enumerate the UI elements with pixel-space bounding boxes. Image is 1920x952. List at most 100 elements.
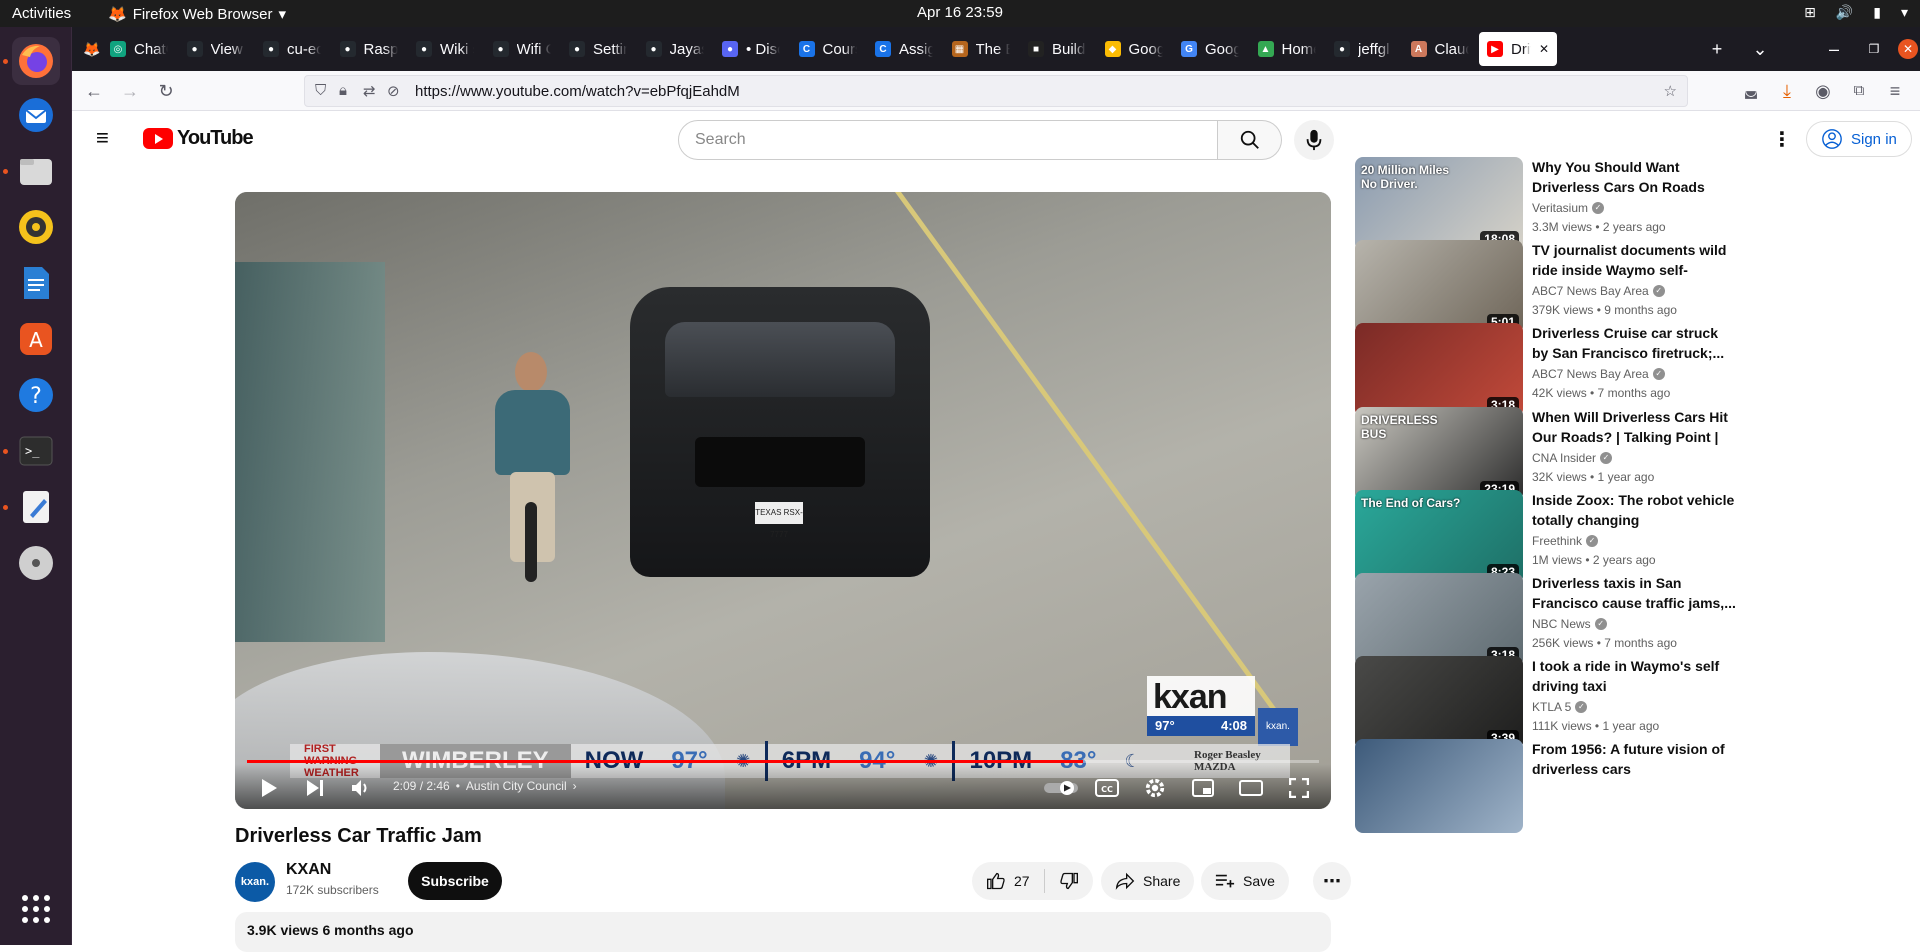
voice-search-button[interactable] [1294, 120, 1334, 160]
recommendation-item[interactable]: 20 Million Miles No Driver. 18:08 Why You … [1355, 157, 1735, 251]
pocket-icon[interactable]: ◛ [1739, 79, 1763, 103]
fullscreen-button[interactable] [1285, 774, 1313, 802]
show-apps-icon[interactable] [12, 885, 60, 933]
tab-18[interactable]: ▶ Driv ✕ [1479, 32, 1557, 66]
save-button[interactable]: Save [1201, 862, 1289, 900]
text-editor-dock-icon[interactable] [12, 483, 60, 531]
channel-name[interactable]: KXAN [286, 861, 331, 879]
search-input[interactable] [678, 120, 1218, 160]
search-button[interactable] [1218, 120, 1282, 160]
tab-2[interactable]: ● cu-ec [255, 32, 329, 66]
captions-button[interactable]: CC [1093, 774, 1121, 802]
writer-dock-icon[interactable] [12, 259, 60, 307]
youtube-logo[interactable]: YouTube [143, 127, 254, 150]
recommendation-channel[interactable]: Veritasium ✓ [1532, 201, 1605, 215]
url-bar[interactable]: ⛉ 🔒︎ ⇄ ⊘ https://www.youtube.com/watch?v… [304, 75, 1688, 107]
tab-0[interactable]: ◎ ChatG [102, 32, 176, 66]
downloads-icon[interactable]: ⤓ [1775, 79, 1799, 103]
tab-6[interactable]: ● Settin [561, 32, 635, 66]
next-button[interactable] [301, 774, 329, 802]
lock-icon[interactable]: 🔒︎ [339, 82, 347, 99]
extensions-icon[interactable]: ⧉ [1847, 79, 1871, 103]
recommendation-title[interactable]: Driverless Cruise car struck by San Fran… [1532, 323, 1737, 363]
account-icon[interactable]: ◉ [1811, 79, 1835, 103]
reload-icon[interactable]: ↻ [154, 79, 178, 103]
channel-avatar[interactable]: kxan. [235, 862, 275, 902]
tab-8[interactable]: ● • Disc [714, 32, 788, 66]
miniplayer-button[interactable] [1189, 774, 1217, 802]
recommendation-title[interactable]: I took a ride in Waymo's self driving ta… [1532, 656, 1737, 696]
recommendation-item[interactable]: 5:01 TV journalist documents wild ride in… [1355, 240, 1737, 335]
autoplay-blocked-icon[interactable]: ⊘ [387, 82, 400, 100]
tab-11[interactable]: ▦ The B [944, 32, 1018, 66]
video-thumbnail[interactable]: DRIVERLESS BUS 23:19 [1355, 406, 1523, 501]
recommendation-item[interactable]: DRIVERLESS BUS 23:19 When Will Driverless … [1355, 406, 1737, 501]
video-thumbnail[interactable]: The End of Cars? 8:23 [1355, 489, 1523, 584]
tab-list-button[interactable]: ⌄ [1748, 37, 1772, 61]
tab-10[interactable]: C Assigr [867, 32, 941, 66]
recommendation-title[interactable]: From 1956: A future vision of driverless… [1532, 739, 1737, 779]
recommendation-title[interactable]: When Will Driverless Cars Hit Our Roads?… [1532, 407, 1737, 447]
permissions-icon[interactable]: ⇄ [363, 82, 376, 100]
maximize-button[interactable]: ❐ [1862, 37, 1886, 61]
close-window-button[interactable]: ✕ [1898, 39, 1918, 59]
terminal-dock-icon[interactable]: >_ [12, 427, 60, 475]
recommendation-title[interactable]: TV journalist documents wild ride inside… [1532, 240, 1737, 280]
tab-9[interactable]: C Cours [791, 32, 865, 66]
clock[interactable]: Apr 16 23:59 [917, 4, 1003, 21]
help-dock-icon[interactable]: ? [12, 371, 60, 419]
tab-3[interactable]: ● Raspb [332, 32, 406, 66]
recommendation-title[interactable]: Driverless taxis in San Francisco cause … [1532, 573, 1737, 613]
app-center-dock-icon[interactable]: A [12, 315, 60, 363]
tab-13[interactable]: ◆ Googl [1097, 32, 1171, 66]
share-button[interactable]: Share [1101, 862, 1195, 900]
recommendation-channel[interactable]: KTLA 5 ✓ [1532, 700, 1588, 714]
video-thumbnail[interactable] [1355, 739, 1523, 834]
video-thumbnail[interactable]: 20 Million Miles No Driver. 18:08 [1355, 157, 1523, 251]
activities-button[interactable]: Activities [12, 5, 71, 22]
recommendation-title[interactable]: Why You Should Want Driverless Cars On R… [1532, 157, 1737, 197]
recommendation-channel[interactable]: CNA Insider ✓ [1532, 451, 1613, 465]
progress-bar[interactable] [247, 760, 1319, 763]
tab-4[interactable]: ● Wiki s [408, 32, 482, 66]
volume-button[interactable] [347, 774, 375, 802]
files-dock-icon[interactable] [12, 147, 60, 195]
shield-icon[interactable]: ⛉ [315, 82, 326, 99]
back-arrow-icon[interactable]: ← [82, 79, 106, 103]
tab-15[interactable]: ▲ Home [1250, 32, 1324, 66]
recommendation-channel[interactable]: Freethink ✓ [1532, 534, 1599, 548]
subscribe-button[interactable]: Subscribe [408, 862, 502, 900]
tab-5[interactable]: ● Wifi C [485, 32, 559, 66]
video-thumbnail[interactable]: 3:18 [1355, 573, 1523, 667]
recommendation-item[interactable]: The End of Cars? 8:23 Inside Zoox: The rob… [1355, 489, 1735, 584]
recommendation-channel[interactable]: ABC7 News Bay Area ✓ [1532, 284, 1665, 298]
new-tab-button[interactable]: + [1705, 37, 1729, 61]
firefox-view-icon[interactable]: 🦊 [80, 37, 104, 61]
tab-14[interactable]: G Googl [1173, 32, 1247, 66]
like-button[interactable]: 27 [972, 869, 1045, 893]
tab-1[interactable]: ● View [179, 32, 253, 66]
tab-17[interactable]: A Claud [1403, 32, 1477, 66]
time-display[interactable]: 2:09 / 2:46 • Austin City Council › [393, 779, 577, 793]
rhythmbox-dock-icon[interactable] [12, 203, 60, 251]
close-tab-icon[interactable]: ✕ [1539, 42, 1549, 56]
more-options-icon[interactable]: ⋮ [1772, 127, 1792, 152]
recommendation-item[interactable]: 3:18 Driverless taxis in San Francisco ca… [1355, 573, 1737, 667]
recommendation-channel[interactable]: ABC7 News Bay Area ✓ [1532, 367, 1665, 381]
tab-12[interactable]: ■ Buildi [1020, 32, 1094, 66]
more-actions-button[interactable]: ⋯ [1313, 862, 1351, 900]
description-box[interactable]: 3.9K views 6 months ago [235, 912, 1331, 952]
video-thumbnail[interactable]: 3:18 [1355, 323, 1523, 418]
thunderbird-dock-icon[interactable] [12, 91, 60, 139]
play-button[interactable] [255, 774, 283, 802]
recommendation-item[interactable]: 3:18 Driverless Cruise car struck by San … [1355, 323, 1737, 418]
tab-7[interactable]: ● Jayas [638, 32, 712, 66]
menu-icon[interactable]: ≡ [1883, 79, 1907, 103]
chapter-label[interactable]: Austin City Council [466, 779, 567, 793]
firefox-dock-icon[interactable] [12, 37, 60, 85]
settings-button[interactable] [1141, 774, 1169, 802]
tab-16[interactable]: ● jeffgl [1326, 32, 1400, 66]
app-menu[interactable]: 🦊 Firefox Web Browser ▾ [108, 5, 286, 24]
video-player[interactable]: TEXAS RSX-7777 kxan 97° 4:08 kxan. FIRST … [235, 192, 1331, 809]
bookmark-star-icon[interactable]: ☆ [1664, 82, 1677, 100]
